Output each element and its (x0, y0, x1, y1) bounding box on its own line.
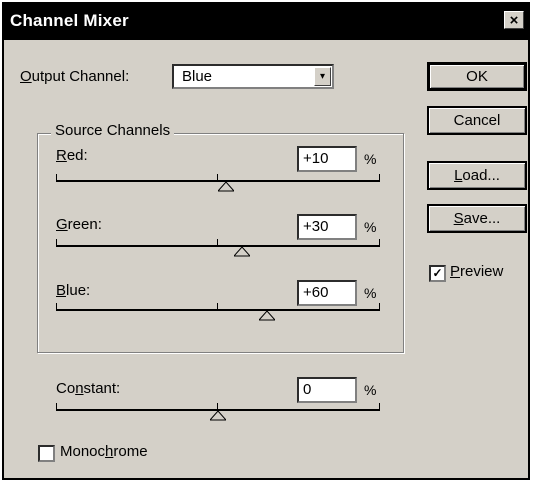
blue-slider-track[interactable] (56, 309, 380, 311)
constant-slider-tick-center (217, 403, 218, 411)
blue-accel: B (56, 282, 67, 299)
red-text: ed: (66, 147, 88, 164)
output-channel-value: Blue (182, 68, 213, 85)
load-button[interactable]: Load... (427, 161, 527, 190)
monochrome-text-pre: Monoc (60, 443, 106, 460)
red-slider-tick-left (56, 174, 57, 182)
green-text: reen: (67, 216, 102, 233)
green-slider-tick-center (217, 239, 218, 247)
output-channel-label: Output Channel: (20, 68, 129, 85)
red-accel: R (56, 147, 67, 164)
green-percent-sign: % (364, 219, 377, 235)
save-text: ave... (463, 210, 501, 227)
constant-text-pre: Co (56, 380, 76, 397)
red-label: Red: (56, 147, 88, 164)
green-slider-tick-right (379, 239, 380, 247)
constant-slider-tick-right (379, 403, 380, 411)
green-slider-track[interactable] (56, 245, 380, 247)
constant-percent-sign: % (364, 382, 377, 398)
blue-text: lue: (66, 282, 91, 299)
preview-label: Preview (450, 263, 503, 280)
red-slider-thumb[interactable] (218, 182, 235, 192)
close-button[interactable]: × (504, 11, 524, 29)
green-accel: G (56, 216, 68, 233)
output-channel-label-text: utput Channel: (31, 68, 130, 85)
constant-text: stant: (83, 380, 121, 397)
load-text: oad... (462, 167, 500, 184)
blue-slider-tick-right (379, 303, 380, 311)
save-accel: S (453, 210, 464, 227)
red-slider-tick-right (379, 174, 380, 182)
channel-mixer-dialog: Channel Mixer × Output Channel: Blue ▾ O… (2, 2, 530, 480)
dialog-title: Channel Mixer (10, 11, 129, 30)
blue-slider-thumb[interactable] (258, 311, 275, 321)
red-percent-sign: % (364, 151, 377, 167)
blue-label: Blue: (56, 282, 90, 299)
constant-label: Constant: (56, 380, 120, 397)
ok-button[interactable]: OK (427, 62, 527, 91)
green-slider-thumb[interactable] (234, 247, 251, 257)
constant-slider-tick-left (56, 403, 57, 411)
blue-value-field[interactable]: +60 (297, 280, 357, 306)
green-value-field[interactable]: +30 (297, 214, 357, 240)
preview-text: review (460, 263, 504, 280)
constant-value-field[interactable]: 0 (297, 377, 357, 403)
blue-slider-tick-center (217, 303, 218, 311)
cancel-button[interactable]: Cancel (427, 106, 527, 135)
preview-accel: P (450, 263, 461, 280)
red-slider-tick-center (217, 174, 218, 182)
blue-slider-tick-left (56, 303, 57, 311)
preview-checkbox[interactable]: ✓ (429, 265, 446, 282)
constant-slider-thumb[interactable] (210, 411, 226, 421)
green-label: Green: (56, 216, 102, 233)
green-slider-tick-left (56, 239, 57, 247)
output-channel-select[interactable]: Blue ▾ (172, 64, 334, 89)
save-button[interactable]: Save... (427, 204, 527, 233)
output-channel-label-accel: O (20, 68, 32, 85)
monochrome-checkbox[interactable] (38, 445, 55, 462)
source-channels-label: Source Channels (51, 122, 175, 139)
constant-accel: n (75, 380, 84, 397)
chevron-down-icon[interactable]: ▾ (314, 67, 331, 86)
monochrome-text: rome (113, 443, 148, 460)
monochrome-label: Monochrome (60, 443, 148, 460)
blue-percent-sign: % (364, 285, 377, 301)
red-value-field[interactable]: +10 (297, 146, 357, 172)
title-bar[interactable]: Channel Mixer × (4, 4, 528, 40)
